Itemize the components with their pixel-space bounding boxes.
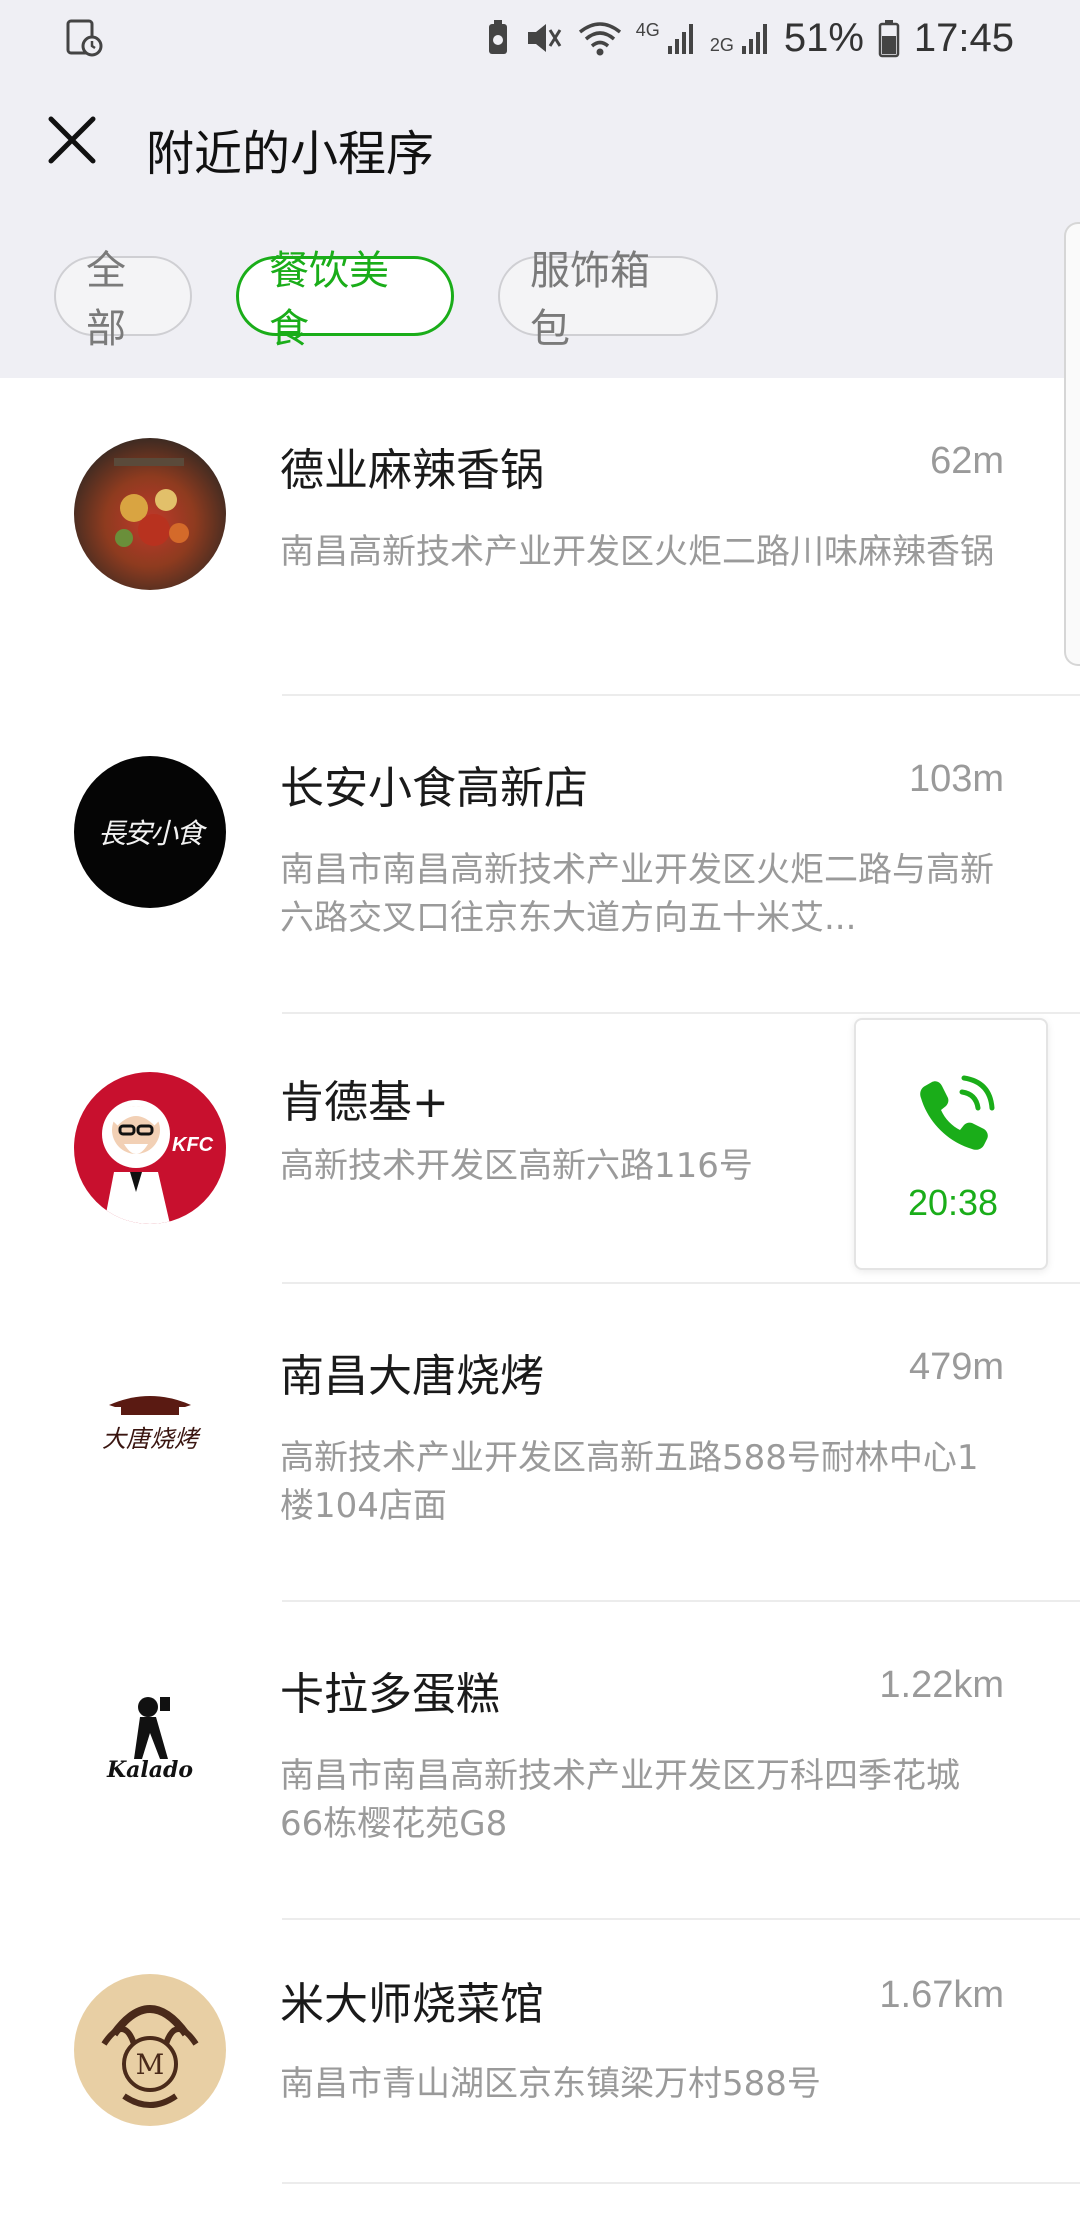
mute-icon — [527, 24, 562, 52]
clock: 17:45 — [913, 15, 1014, 60]
screen-recorder-notification-icon — [66, 19, 103, 57]
pavilion-roof-icon — [109, 1395, 191, 1415]
item-name: 米大师烧菜馆 — [280, 1979, 544, 2030]
list-item[interactable]: 大唐烧烤 南昌大唐烧烤 479m 高新技术产业开发区高新五路588号耐林中心1楼… — [0, 1284, 1080, 1602]
spicy-pot-dish-icon — [74, 438, 226, 590]
close-button[interactable] — [42, 110, 102, 170]
item-name: 卡拉多蛋糕 — [280, 1669, 500, 1720]
page-title: 附近的小程序 — [146, 126, 435, 182]
category-filter-bar: 全部 餐饮美食 服饰箱包 — [54, 248, 718, 352]
item-address: 高新技术产业开发区高新五路588号耐林中心1楼104店面 — [280, 1438, 979, 1526]
item-name: 肯德基+ — [280, 1077, 449, 1128]
mi-dashi-ornament-logo: M — [74, 1974, 226, 2126]
item-address: 南昌市青山湖区京东镇梁万村588号 — [280, 2064, 821, 2104]
filter-chip-all[interactable]: 全部 — [54, 248, 192, 352]
list-item[interactable]: M 米大师烧菜馆 1.67km 南昌市青山湖区京东镇梁万村588号 — [0, 1920, 1080, 2220]
item-distance: 1.67km — [879, 1974, 1004, 2016]
item-distance: 62m — [930, 440, 1004, 482]
phone-call-icon — [920, 1075, 995, 1150]
wifi-icon — [578, 22, 621, 56]
ongoing-call-widget[interactable]: 20:38 — [854, 1018, 1048, 1270]
item-address: 高新技术开发区高新六路116号 — [280, 1146, 753, 1186]
item-address: 南昌市南昌高新技术产业开发区火炬二路与高新六路交叉口往京东大道方向五十米艾... — [280, 850, 994, 938]
item-distance: 1.22km — [879, 1664, 1004, 1706]
battery-saver-icon — [488, 20, 507, 54]
status-icons: 4G 2G 51% 17:45 — [486, 10, 1014, 66]
status-bar: 4G 2G 51% 17:45 — [0, 0, 1080, 75]
item-distance: 103m — [908, 758, 1004, 800]
item-name: 南昌大唐烧烤 — [280, 1351, 544, 1402]
battery-icon — [878, 20, 900, 58]
call-duration: 20:38 — [907, 1182, 999, 1223]
list-item[interactable]: 長安小食 长安小食高新店 103m 南昌市南昌高新技术产业开发区火炬二路与高新六… — [0, 696, 1080, 1014]
changan-calligraphy-logo: 長安小食 — [74, 756, 226, 908]
signal-strength-2-icon — [741, 24, 767, 54]
list-item[interactable]: Kalado 卡拉多蛋糕 1.22km 南昌市南昌高新技术产业开发区万科四季花城… — [0, 1602, 1080, 1920]
battery-percent: 51% — [783, 15, 864, 60]
network-2g-label: 2G — [709, 34, 734, 55]
kalado-logo: Kalado — [74, 1662, 226, 1814]
filter-chip-food[interactable]: 餐饮美食 — [236, 248, 454, 352]
signal-strength-icon — [667, 24, 693, 54]
title-bar: 附近的小程序 — [0, 100, 1080, 190]
network-4g-label: 4G — [635, 19, 660, 40]
list-item[interactable]: 德业麻辣香锅 62m 南昌高新技术产业开发区火炬二路川味麻辣香锅 — [0, 378, 1080, 696]
item-name: 长安小食高新店 — [280, 763, 588, 814]
item-distance: 479m — [908, 1346, 1004, 1388]
close-icon — [48, 116, 96, 164]
filter-chip-clothes[interactable]: 服饰箱包 — [498, 248, 718, 352]
chef-silhouette-icon — [134, 1697, 170, 1759]
item-name: 德业麻辣香锅 — [280, 445, 544, 496]
datang-bbq-logo: 大唐烧烤 — [74, 1346, 226, 1498]
item-address: 南昌高新技术产业开发区火炬二路川味麻辣香锅 — [280, 532, 994, 572]
kfc-logo: KFC — [74, 1072, 226, 1224]
item-address: 南昌市南昌高新技术产业开发区万科四季花城66栋樱花苑G8 — [280, 1756, 960, 1844]
divider — [282, 2182, 1080, 2184]
